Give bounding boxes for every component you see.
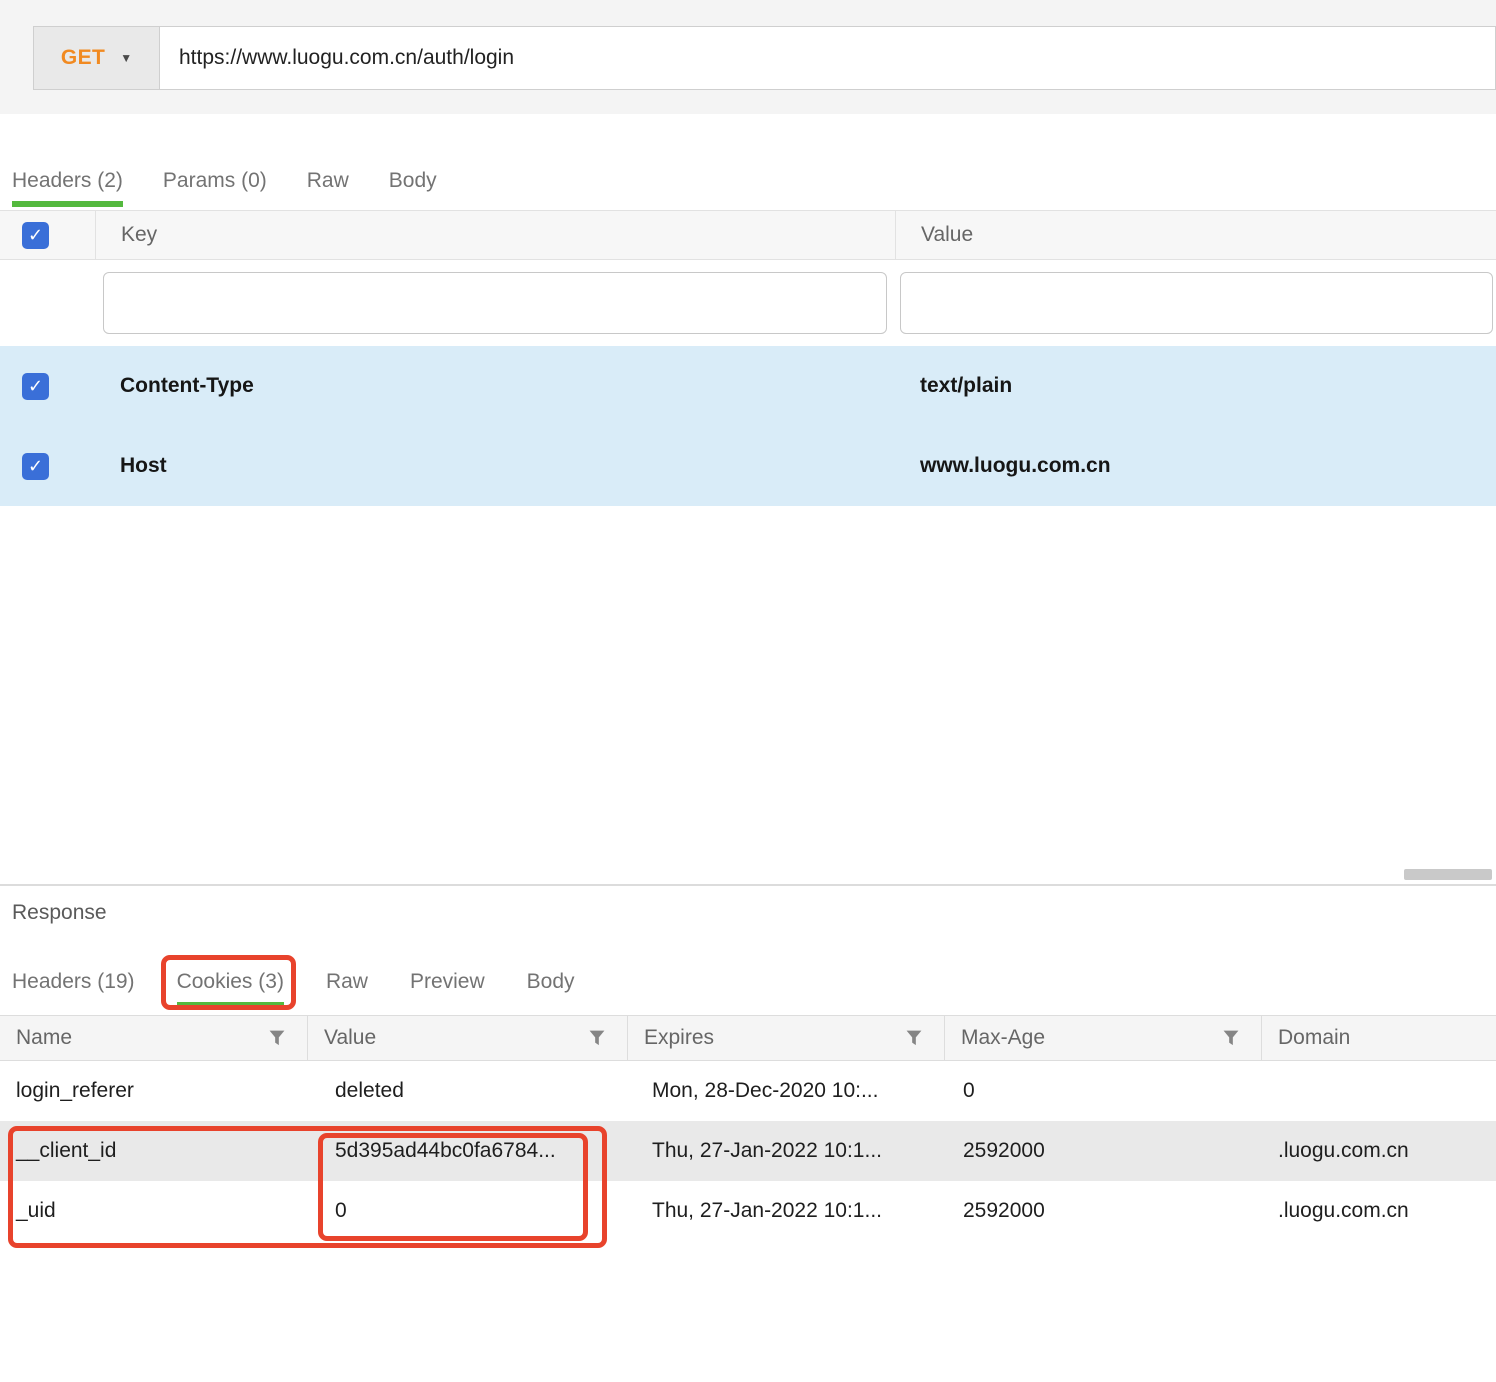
filter-icon[interactable]: [269, 1030, 285, 1046]
cookie-value: 5d395ad44bc0fa6784...: [335, 1139, 556, 1162]
value-column-header: Value: [895, 211, 1496, 259]
url-input[interactable]: [159, 26, 1496, 90]
tab-response-raw[interactable]: Raw: [326, 970, 368, 1006]
table-row[interactable]: _uid 0 Thu, 27-Jan-2022 10:1... 2592000 …: [0, 1181, 1496, 1241]
checkmark-icon: ✓: [27, 456, 44, 476]
expires-column-header: Expires: [644, 1026, 715, 1049]
filter-icon[interactable]: [589, 1030, 605, 1046]
cookie-value: deleted: [335, 1079, 404, 1102]
row-checkbox[interactable]: ✓: [22, 452, 49, 480]
value-filter-input[interactable]: [900, 272, 1493, 334]
cookies-table-header: Name Value Expires Max-Age Domain: [0, 1015, 1496, 1061]
table-row[interactable]: ✓ Host www.luogu.com.cn: [0, 426, 1496, 506]
cookie-expires: Thu, 27-Jan-2022 10:1...: [652, 1139, 882, 1162]
tab-response-cookies-label: Cookies (3): [176, 970, 284, 993]
horizontal-scrollbar-thumb[interactable]: [1404, 869, 1492, 880]
request-url-bar: GET ▼: [0, 0, 1496, 114]
key-column-header: Key: [95, 211, 895, 259]
name-column-header: Name: [16, 1026, 73, 1049]
response-section-label: Response: [12, 901, 107, 924]
method-dropdown[interactable]: GET ▼: [33, 26, 160, 90]
cookie-value: 0: [335, 1199, 347, 1222]
domain-column-header: Domain: [1278, 1026, 1351, 1049]
headers-filter-row: [0, 260, 1496, 346]
request-headers-table: ✓ Key Value ✓ Content-Type text/plain ✓ …: [0, 210, 1496, 506]
cookie-name: login_referer: [16, 1079, 134, 1102]
table-row[interactable]: __client_id 5d395ad44bc0fa6784... Thu, 2…: [0, 1121, 1496, 1181]
cookie-name: __client_id: [16, 1139, 117, 1162]
max-age-column-header: Max-Age: [961, 1026, 1046, 1049]
method-label: GET: [60, 46, 106, 69]
header-value: www.luogu.com.cn: [920, 454, 1111, 477]
key-filter-input[interactable]: [103, 272, 887, 334]
header-key: Host: [120, 454, 167, 477]
select-all-checkbox[interactable]: ✓: [22, 221, 49, 249]
value-column-header: Value: [324, 1026, 377, 1049]
cookie-domain: .luogu.com.cn: [1278, 1199, 1409, 1222]
tab-response-cookies[interactable]: Cookies (3): [160, 955, 296, 1010]
filter-icon[interactable]: [906, 1030, 922, 1046]
response-tabs: Headers (19) Cookies (3) Raw Preview Bod…: [0, 938, 575, 1010]
cookie-max-age: 2592000: [963, 1139, 1045, 1162]
headers-table-header: ✓ Key Value: [0, 210, 1496, 260]
tab-response-body[interactable]: Body: [527, 970, 575, 1006]
cookie-domain: .luogu.com.cn: [1278, 1139, 1409, 1162]
cookie-name: _uid: [16, 1199, 56, 1222]
tab-response-headers[interactable]: Headers (19): [12, 970, 135, 1006]
request-tabs: Headers (2) Params (0) Raw Body: [0, 115, 437, 207]
tab-response-preview[interactable]: Preview: [410, 970, 485, 1006]
rest-client-app: GET ▼ Headers (2) Params (0) Raw Body ✓ …: [0, 0, 1496, 1382]
cookie-max-age: 0: [963, 1079, 975, 1102]
tab-raw[interactable]: Raw: [307, 169, 349, 205]
table-row[interactable]: login_referer deleted Mon, 28-Dec-2020 1…: [0, 1061, 1496, 1121]
checkmark-icon: ✓: [27, 225, 44, 245]
cookies-table: Name Value Expires Max-Age Domain login_…: [0, 1015, 1496, 1241]
header-key: Content-Type: [120, 374, 254, 397]
tab-headers[interactable]: Headers (2): [12, 169, 123, 207]
tab-params[interactable]: Params (0): [163, 169, 267, 205]
cookie-expires: Mon, 28-Dec-2020 10:...: [652, 1079, 879, 1102]
cookie-max-age: 2592000: [963, 1199, 1045, 1222]
tab-body[interactable]: Body: [389, 169, 437, 205]
pane-splitter[interactable]: [0, 884, 1496, 886]
cookie-expires: Thu, 27-Jan-2022 10:1...: [652, 1199, 882, 1222]
chevron-down-icon: ▼: [120, 51, 133, 65]
table-row[interactable]: ✓ Content-Type text/plain: [0, 346, 1496, 426]
checkmark-icon: ✓: [27, 376, 44, 396]
header-value: text/plain: [920, 374, 1013, 397]
filter-icon[interactable]: [1223, 1030, 1239, 1046]
row-checkbox[interactable]: ✓: [22, 372, 49, 400]
